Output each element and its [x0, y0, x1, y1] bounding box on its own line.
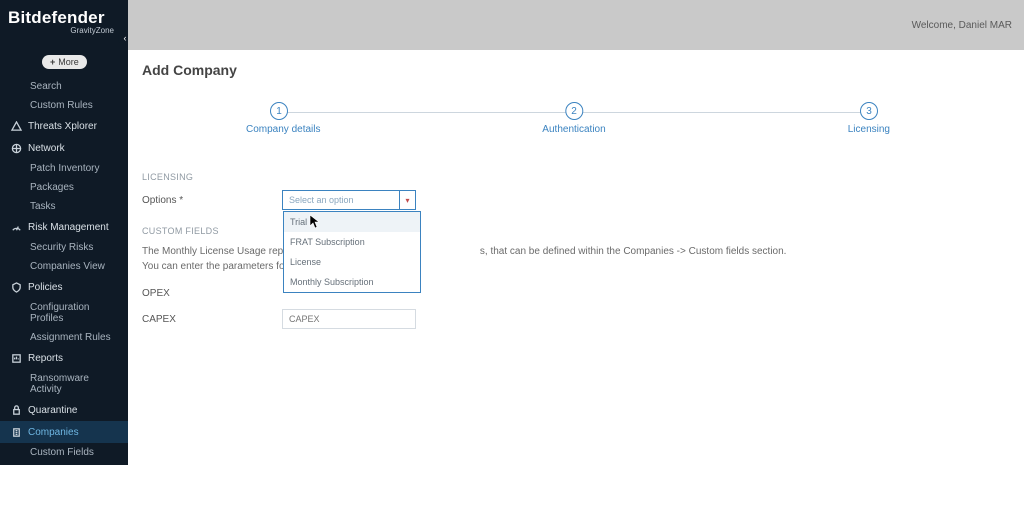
sidebar-item-policies[interactable]: Policies — [0, 276, 128, 298]
step-authentication[interactable]: 2 Authentication — [542, 102, 605, 135]
custom-fields-heading: CUSTOM FIELDS — [142, 226, 1006, 236]
option-trial[interactable]: Trial — [284, 212, 420, 232]
sidebar-item-search[interactable]: Search — [0, 77, 128, 96]
page-title: Add Company — [142, 62, 1006, 78]
custom-fields-description: The Monthly License Usage report can inc… — [142, 244, 1006, 274]
step-label: Licensing — [848, 124, 890, 135]
options-select[interactable]: Select an option ▾ Trial FRAT Subscripti… — [282, 190, 416, 210]
shield-icon — [10, 281, 22, 293]
licensing-heading: LICENSING — [142, 172, 1006, 182]
sidebar-nav: Search Custom Rules Threats Xplorer Netw… — [0, 75, 128, 462]
options-row: Options * Select an option ▾ Trial FRAT … — [142, 190, 1006, 210]
step-company-details[interactable]: 1 Company details — [270, 102, 320, 135]
stepper: 1 Company details 2 Authentication 3 Lic… — [270, 102, 878, 150]
select-placeholder: Select an option — [289, 195, 354, 205]
sidebar-item-ransomware-activity[interactable]: Ransomware Activity — [0, 369, 128, 399]
sidebar-item-patch-inventory[interactable]: Patch Inventory — [0, 159, 128, 178]
sidebar-item-custom-rules[interactable]: Custom Rules — [0, 96, 128, 115]
sidebar-item-tasks[interactable]: Tasks — [0, 197, 128, 216]
more-label: More — [58, 57, 79, 67]
step-number: 3 — [860, 102, 878, 120]
sidebar-item-custom-fields[interactable]: Custom Fields — [0, 443, 128, 462]
option-license[interactable]: License — [284, 252, 420, 272]
options-label: Options * — [142, 195, 282, 206]
plus-icon: + — [50, 57, 55, 67]
capex-input[interactable] — [282, 309, 416, 329]
opex-label: OPEX — [142, 288, 282, 299]
brand-name: Bitdefender — [8, 8, 120, 28]
capex-label: CAPEX — [142, 314, 282, 325]
sidebar-item-assignment-rules[interactable]: Assignment Rules — [0, 328, 128, 347]
step-number: 1 — [270, 102, 288, 120]
lock-icon — [10, 404, 22, 416]
sidebar-item-reports[interactable]: Reports — [0, 347, 128, 369]
main-content: Add Company 1 Company details 2 Authenti… — [128, 50, 1024, 512]
sidebar-item-companies[interactable]: Companies — [0, 421, 128, 443]
sidebar-item-quarantine[interactable]: Quarantine — [0, 399, 128, 421]
caret-down-icon: ▾ — [399, 191, 415, 209]
brand: Bitdefender GravityZone — [0, 0, 128, 39]
sidebar-item-companies-view[interactable]: Companies View — [0, 257, 128, 276]
more-pill[interactable]: + More — [42, 55, 87, 69]
sidebar-item-packages[interactable]: Packages — [0, 178, 128, 197]
option-monthly-subscription[interactable]: Monthly Subscription — [284, 272, 420, 292]
report-icon — [10, 352, 22, 364]
step-label: Company details — [246, 124, 320, 135]
capex-row: CAPEX — [142, 309, 1006, 329]
sidebar-item-configuration-profiles[interactable]: Configuration Profiles — [0, 298, 128, 328]
building-icon — [10, 426, 22, 438]
step-licensing[interactable]: 3 Licensing — [848, 102, 878, 135]
welcome-text: Welcome, Daniel MAR — [912, 20, 1012, 31]
sidebar: Bitdefender GravityZone ‹ + More Search … — [0, 0, 128, 465]
sidebar-item-threats-xplorer[interactable]: Threats Xplorer — [0, 115, 128, 137]
sidebar-item-risk-management[interactable]: Risk Management — [0, 216, 128, 238]
gauge-icon — [10, 221, 22, 233]
sidebar-item-network[interactable]: Network — [0, 137, 128, 159]
option-frat-subscription[interactable]: FRAT Subscription — [284, 232, 420, 252]
alert-icon — [10, 120, 22, 132]
sidebar-item-security-risks[interactable]: Security Risks — [0, 238, 128, 257]
globe-icon — [10, 142, 22, 154]
opex-row: OPEX — [142, 288, 1006, 299]
options-dropdown: Trial FRAT Subscription License Monthly … — [283, 211, 421, 293]
step-number: 2 — [565, 102, 583, 120]
topbar: Welcome, Daniel MAR — [128, 0, 1024, 50]
step-label: Authentication — [542, 124, 605, 135]
